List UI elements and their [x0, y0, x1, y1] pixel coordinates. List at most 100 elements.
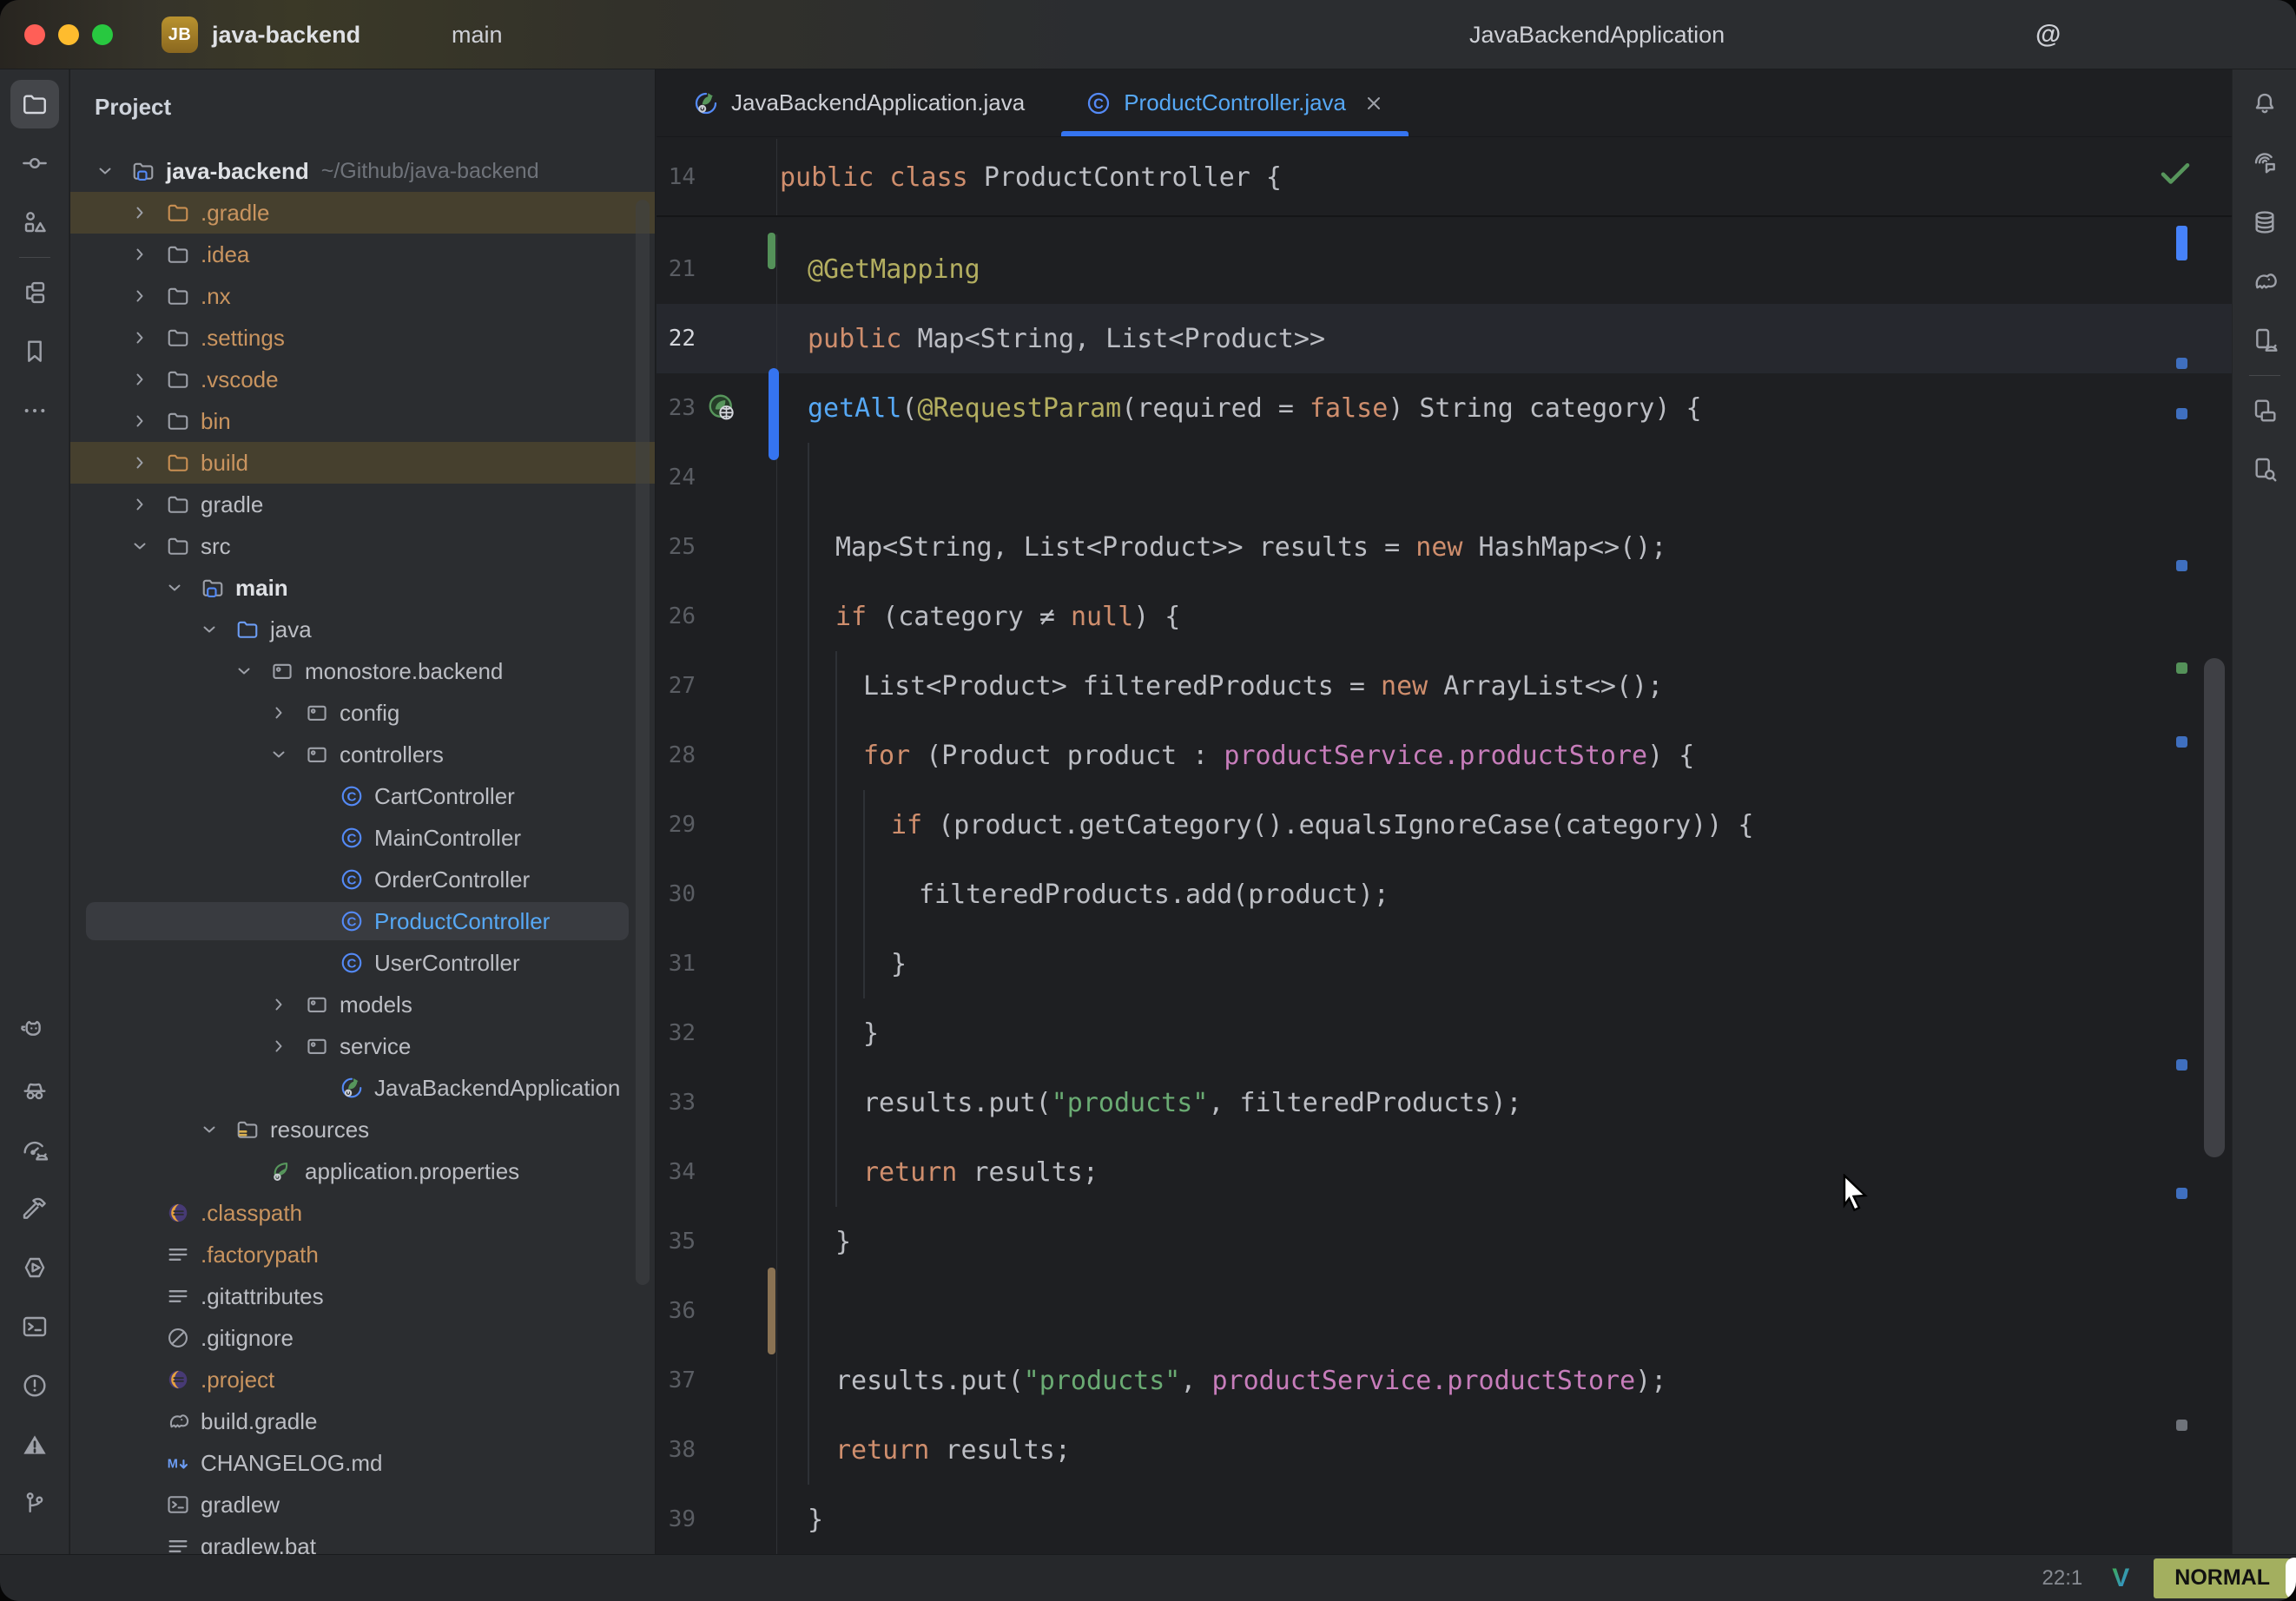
- tree-item-.nx[interactable]: .nx: [70, 275, 655, 317]
- tree-item-bin[interactable]: bin: [70, 400, 655, 442]
- tree-item-src[interactable]: src: [70, 525, 655, 567]
- tree-item-CartController[interactable]: CCartController: [70, 775, 655, 817]
- tool-running-devices-button[interactable]: [2240, 386, 2289, 435]
- caret-position[interactable]: 22:1: [2042, 1566, 2083, 1591]
- chevron-right-icon[interactable]: [268, 1036, 289, 1057]
- tree-item-gradlew.bat[interactable]: gradlew.bat: [70, 1525, 655, 1554]
- stripe-mark[interactable]: [2176, 358, 2187, 369]
- chevron-right-icon[interactable]: [129, 286, 150, 306]
- ai-assistant-button[interactable]: @: [2035, 20, 2061, 49]
- tool-commit-button[interactable]: [10, 139, 59, 188]
- chevron-down-icon[interactable]: [199, 1119, 220, 1140]
- tool-project-button[interactable]: [10, 80, 59, 128]
- stripe-mark[interactable]: [2176, 736, 2187, 748]
- endpoint-icon[interactable]: [707, 392, 738, 424]
- tree-item-gradle[interactable]: gradle: [70, 484, 655, 525]
- tree-item-service[interactable]: service: [70, 1025, 655, 1067]
- tree-item-.gitattributes[interactable]: .gitattributes: [70, 1275, 655, 1317]
- tool-build-button[interactable]: [10, 1184, 59, 1233]
- tool-services-button[interactable]: [10, 1243, 59, 1292]
- tool-gradle-button[interactable]: [2240, 257, 2289, 306]
- tool-problems-button[interactable]: [10, 1361, 59, 1410]
- project-name-menu[interactable]: java-backend: [212, 0, 360, 69]
- tool-database-button[interactable]: [2240, 198, 2289, 247]
- tree-item-.gitignore[interactable]: .gitignore: [70, 1317, 655, 1359]
- chevron-right-icon[interactable]: [129, 369, 150, 390]
- code-lines[interactable]: 21@GetMapping22public Map<String, List<P…: [656, 219, 2232, 1554]
- chevron-right-icon[interactable]: [129, 411, 150, 432]
- tool-terminal-button[interactable]: [10, 1302, 59, 1351]
- tool-ai-assistant-button[interactable]: [2240, 139, 2289, 188]
- chevron-right-icon[interactable]: [129, 494, 150, 515]
- tree-item-MainController[interactable]: CMainController: [70, 817, 655, 859]
- chevron-right-icon[interactable]: [129, 452, 150, 473]
- tree-item-.settings[interactable]: .settings: [70, 317, 655, 359]
- chevron-right-icon[interactable]: [129, 202, 150, 223]
- minimize-window-button[interactable]: [58, 24, 79, 45]
- stripe-mark[interactable]: [2176, 662, 2187, 674]
- tool-warnings-button[interactable]: [10, 1420, 59, 1469]
- stripe-mark[interactable]: [2176, 1420, 2187, 1431]
- tree-item-.gradle[interactable]: .gradle: [70, 192, 655, 234]
- tree-item-main[interactable]: main: [70, 567, 655, 609]
- project-panel-header[interactable]: Project: [95, 83, 180, 130]
- close-tab-button[interactable]: [1363, 93, 1384, 114]
- chevron-down-icon[interactable]: [268, 744, 289, 765]
- chevron-right-icon[interactable]: [268, 994, 289, 1015]
- tree-item-build.gradle[interactable]: build.gradle: [70, 1400, 655, 1442]
- tool-github-copilot-button[interactable]: [10, 1007, 59, 1056]
- tool-structure-button[interactable]: [10, 198, 59, 247]
- tab-JavaBackendApplication.java[interactable]: JavaBackendApplication.java: [669, 69, 1049, 136]
- tree-item-CHANGELOG.md[interactable]: MCHANGELOG.md: [70, 1442, 655, 1484]
- tree-item-resources[interactable]: resources: [70, 1109, 655, 1150]
- editor-scrollbar[interactable]: [2204, 658, 2225, 1157]
- tree-item-java-backend[interactable]: java-backend~/Github/java-backend: [70, 150, 655, 192]
- tree-item-gradlew[interactable]: gradlew: [70, 1484, 655, 1525]
- tree-item-.project[interactable]: .project: [70, 1359, 655, 1400]
- tree-item-.classpath[interactable]: .classpath: [70, 1192, 655, 1234]
- tree-item-controllers[interactable]: controllers: [70, 734, 655, 775]
- tree-item-monostore.backend[interactable]: monostore.backend: [70, 650, 655, 692]
- tool-hierarchy-button[interactable]: [10, 268, 59, 317]
- tree-item-.idea[interactable]: .idea: [70, 234, 655, 275]
- tab-ProductController.java[interactable]: CProductController.java: [1061, 69, 1409, 136]
- tool-incognito-button[interactable]: [10, 1066, 59, 1115]
- tool-bookmarks-button[interactable]: [10, 327, 59, 376]
- stripe-mark[interactable]: [2176, 560, 2187, 571]
- tree-item-.vscode[interactable]: .vscode: [70, 359, 655, 400]
- tool-notifications-button[interactable]: [2240, 80, 2289, 128]
- tree-item-JavaBackendApplication[interactable]: JavaBackendApplication: [70, 1067, 655, 1109]
- branch-menu[interactable]: main: [452, 0, 503, 69]
- stripe-mark[interactable]: [2176, 1188, 2187, 1199]
- tree-item-.factorypath[interactable]: .factorypath: [70, 1234, 655, 1275]
- tree-item-java[interactable]: java: [70, 609, 655, 650]
- tree-item-OrderController[interactable]: COrderController: [70, 859, 655, 900]
- vim-mode-badge[interactable]: NORMAL: [2154, 1558, 2291, 1598]
- run-configuration-menu[interactable]: JavaBackendApplication: [1469, 0, 1725, 69]
- tool-more-tools-button[interactable]: [10, 386, 59, 435]
- zoom-window-button[interactable]: [92, 24, 113, 45]
- tree-item-application.properties[interactable]: application.properties: [70, 1150, 655, 1192]
- chevron-right-icon[interactable]: [129, 327, 150, 348]
- chevron-down-icon[interactable]: [164, 577, 185, 598]
- tree-item-UserController[interactable]: CUserController: [70, 942, 655, 984]
- close-window-button[interactable]: [24, 24, 45, 45]
- stripe-mark[interactable]: [2176, 1059, 2187, 1071]
- tree-item-build[interactable]: build: [70, 442, 655, 484]
- chevron-right-icon[interactable]: [129, 244, 150, 265]
- tree-item-ProductController[interactable]: CProductController: [70, 900, 655, 942]
- tree-item-models[interactable]: models: [70, 984, 655, 1025]
- chevron-down-icon[interactable]: [199, 619, 220, 640]
- chevron-down-icon[interactable]: [129, 536, 150, 557]
- chevron-down-icon[interactable]: [95, 161, 115, 181]
- stripe-mark[interactable]: [2176, 408, 2187, 419]
- project-scrollbar[interactable]: [636, 200, 650, 1285]
- chevron-right-icon[interactable]: [268, 702, 289, 723]
- ideavim-icon[interactable]: V: [2112, 1564, 2129, 1593]
- tool-device-explorer-button[interactable]: [2240, 445, 2289, 494]
- tool-device-manager-button[interactable]: [2240, 316, 2289, 365]
- stripe-mark[interactable]: [2176, 226, 2187, 260]
- chevron-down-icon[interactable]: [234, 661, 254, 682]
- tool-git-button[interactable]: [10, 1479, 59, 1528]
- tree-item-config[interactable]: config: [70, 692, 655, 734]
